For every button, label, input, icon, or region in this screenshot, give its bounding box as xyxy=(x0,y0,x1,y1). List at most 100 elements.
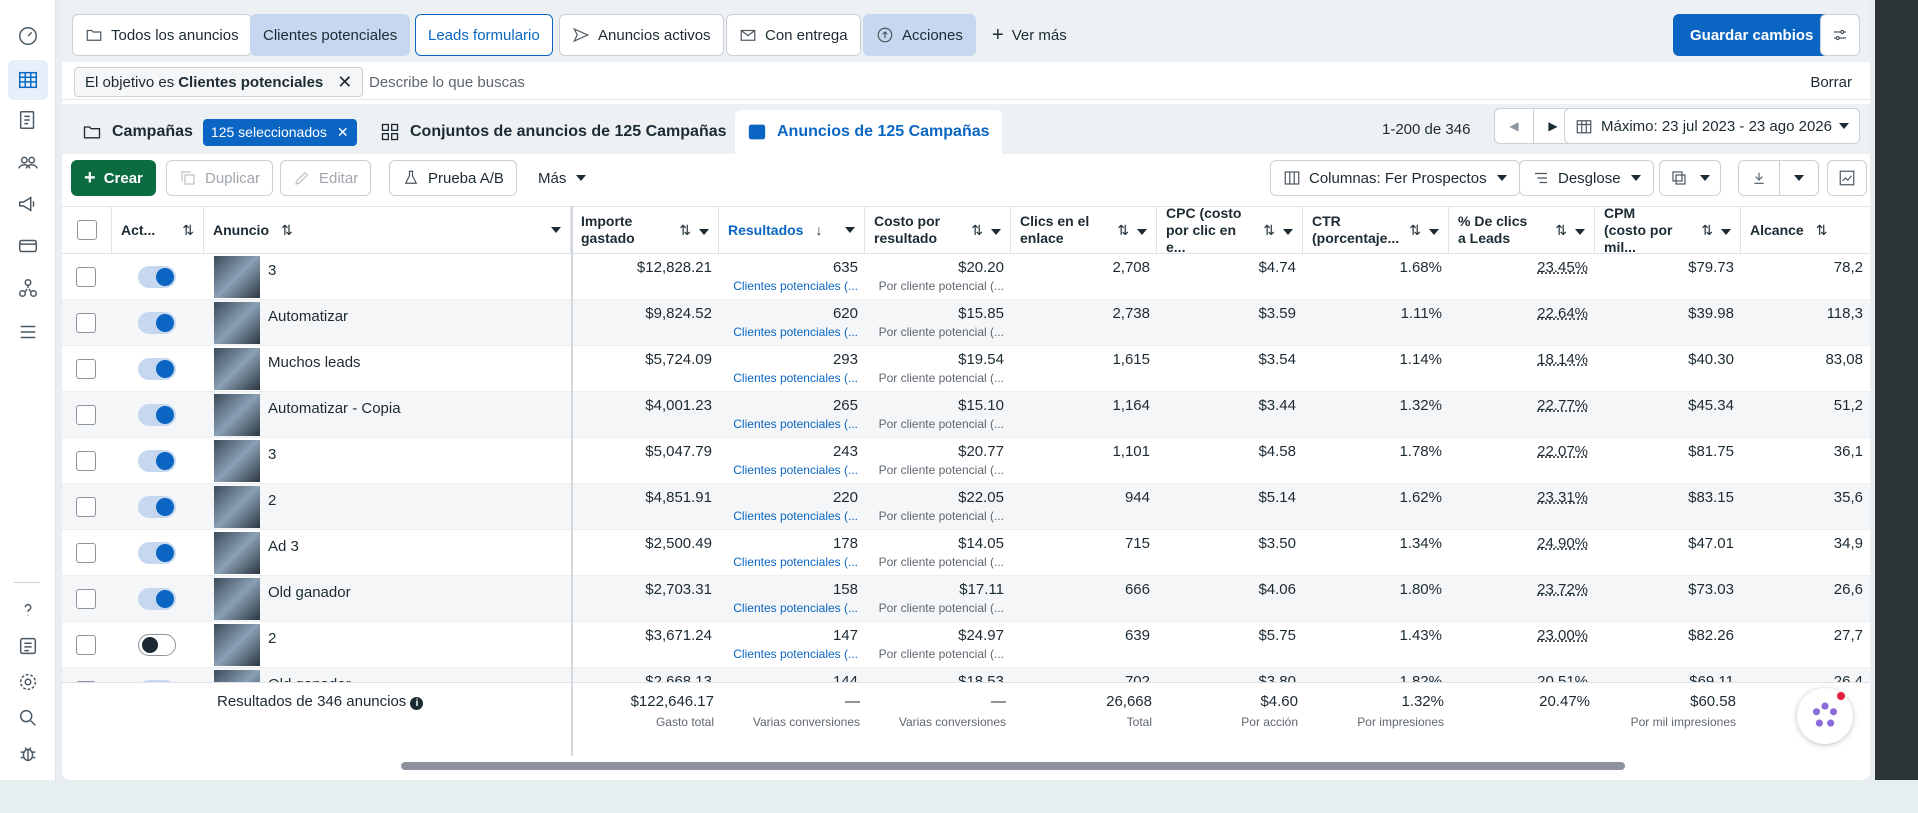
objective-filter-chip[interactable]: El objetivo es Clientes potenciales ✕ xyxy=(74,67,364,97)
row-checkbox[interactable] xyxy=(76,359,96,379)
clear-selection-icon[interactable]: ✕ xyxy=(337,124,349,141)
header-cpm[interactable]: CPM (costo por mil... ⇅ xyxy=(1595,206,1741,255)
ad-name[interactable]: Ad 3 xyxy=(268,538,299,555)
chevron-down-icon[interactable] xyxy=(845,227,855,233)
ad-name[interactable]: Muchos leads xyxy=(268,354,361,371)
delivery-toggle[interactable] xyxy=(138,542,176,564)
prev-page-button[interactable]: ◀ xyxy=(1494,108,1534,144)
ad-name[interactable]: Automatizar xyxy=(268,308,348,325)
ad-name[interactable]: 3 xyxy=(268,262,276,279)
header-pct-leads[interactable]: % De clics a Leads ⇅ xyxy=(1449,207,1595,253)
ad-thumbnail[interactable] xyxy=(214,440,260,482)
row-checkbox[interactable] xyxy=(76,451,96,471)
header-reach[interactable]: Alcance ⇅ xyxy=(1741,207,1870,253)
table-row[interactable]: Automatizar - Copia $4,001.23 265 Clientes … xyxy=(62,392,1870,438)
ad-name[interactable]: Automatizar - Copia xyxy=(268,400,401,417)
ab-test-label[interactable]: Prueba A/B xyxy=(428,170,504,187)
ad-name[interactable]: 2 xyxy=(268,630,276,647)
row-checkbox[interactable] xyxy=(76,543,96,563)
header-spent[interactable]: Importe gastado ⇅ xyxy=(572,207,719,253)
views-dropdown[interactable] xyxy=(1659,160,1721,196)
bug-report-icon[interactable] xyxy=(14,740,42,768)
more-button[interactable]: Más xyxy=(526,160,599,196)
header-ctr[interactable]: CTR (porcentaje... ⇅ xyxy=(1303,207,1449,253)
menu-icon[interactable] xyxy=(14,318,42,346)
tab-adsets[interactable]: Conjuntos de anuncios de 125 Campañas xyxy=(368,110,739,154)
ab-test-button[interactable]: Prueba A/B xyxy=(389,160,517,196)
duplicate-button[interactable]: Duplicar xyxy=(166,160,274,196)
filter-active-ads[interactable]: Anuncios activos xyxy=(559,14,724,56)
info-icon[interactable]: i xyxy=(410,697,424,710)
delivery-toggle[interactable] xyxy=(138,266,176,288)
row-checkbox[interactable] xyxy=(76,267,96,287)
filter-actions[interactable]: Acciones xyxy=(863,14,976,56)
tab-ads[interactable]: Anuncios de 125 Campañas xyxy=(735,110,1002,154)
table-row[interactable]: Automatizar $9,824.52 620 Clientes potencia… xyxy=(62,300,1870,346)
assistant-bubble[interactable] xyxy=(1797,688,1853,744)
table-row[interactable]: Ad 3 $2,500.49 178 Clientes potenciales (..… xyxy=(62,530,1870,576)
table-row[interactable]: Old ganador $2,703.31 158 Clientes potencia… xyxy=(62,576,1870,622)
settings-gear-icon[interactable] xyxy=(14,668,42,696)
megaphone-icon[interactable] xyxy=(14,190,42,218)
row-checkbox[interactable] xyxy=(76,497,96,517)
billing-card-icon[interactable] xyxy=(14,232,42,260)
business-network-icon[interactable] xyxy=(14,274,42,302)
header-results[interactable]: Resultados ↓ xyxy=(719,207,865,253)
audiences-icon[interactable] xyxy=(14,148,42,176)
table-row[interactable]: Muchos leads $5,724.09 293 Clientes potenci… xyxy=(62,346,1870,392)
ad-thumbnail[interactable] xyxy=(214,624,260,666)
export-button[interactable] xyxy=(1738,160,1780,196)
filter-potential-clients[interactable]: Clientes potenciales xyxy=(250,14,411,56)
filter-all-ads[interactable]: Todos los anuncios xyxy=(72,14,252,56)
delivery-toggle[interactable] xyxy=(138,312,176,334)
table-row[interactable]: 3 $12,828.21 635 Clientes potenciales (... $… xyxy=(62,254,1870,300)
sort-icon[interactable]: ⇅ xyxy=(176,222,194,239)
ad-thumbnail[interactable] xyxy=(214,670,260,682)
clear-button[interactable]: Borrar xyxy=(1810,74,1852,91)
delivery-toggle[interactable] xyxy=(138,588,176,610)
horizontal-scrollbar[interactable] xyxy=(401,762,1625,770)
ad-thumbnail[interactable] xyxy=(214,302,260,344)
search-icon[interactable] xyxy=(14,704,42,732)
filter-with-delivery[interactable]: Con entrega xyxy=(726,14,861,56)
tab-campaigns[interactable]: Campañas 125 seleccionados ✕ xyxy=(70,110,369,154)
table-row[interactable]: 3 $5,047.79 243 Clientes potenciales (... $2… xyxy=(62,438,1870,484)
delivery-toggle[interactable] xyxy=(138,496,176,518)
ad-name[interactable]: Old ganador xyxy=(268,584,351,601)
export-options-dropdown[interactable] xyxy=(1779,160,1819,196)
reports-icon[interactable] xyxy=(14,106,42,134)
header-cpc[interactable]: CPC (costo por clic en e... ⇅ xyxy=(1157,206,1303,255)
sort-icon[interactable]: ⇅ xyxy=(1111,222,1147,239)
search-input[interactable]: Describe lo que buscas xyxy=(369,74,525,91)
table-row[interactable]: 2 $3,671.24 147 Clientes potenciales (... $2… xyxy=(62,622,1870,668)
header-active[interactable]: Act... ⇅ xyxy=(112,207,204,253)
date-range-picker[interactable]: Máximo: 23 jul 2023 - 23 ago 2026 xyxy=(1564,108,1860,144)
header-cost-per-result[interactable]: Costo por resultado ⇅ xyxy=(865,207,1011,253)
sort-icon[interactable]: ⇅ xyxy=(1695,222,1731,239)
ad-thumbnail[interactable] xyxy=(214,532,260,574)
breakdown-dropdown[interactable]: Desglose xyxy=(1519,160,1654,196)
ad-thumbnail[interactable] xyxy=(214,486,260,528)
chevron-down-icon[interactable] xyxy=(551,227,561,233)
sort-icon[interactable]: ⇅ xyxy=(1257,222,1293,239)
sort-icon[interactable]: ⇅ xyxy=(673,222,709,239)
selected-badge[interactable]: 125 seleccionados ✕ xyxy=(202,118,357,146)
delivery-toggle[interactable] xyxy=(138,450,176,472)
delivery-toggle[interactable] xyxy=(138,404,176,426)
sort-icon[interactable]: ⇅ xyxy=(275,222,293,239)
row-checkbox[interactable] xyxy=(76,635,96,655)
ad-name[interactable]: 3 xyxy=(268,446,276,463)
header-link-clicks[interactable]: Clics en el enlace ⇅ xyxy=(1011,207,1157,253)
sort-icon[interactable]: ⇅ xyxy=(1549,222,1585,239)
ad-thumbnail[interactable] xyxy=(214,256,260,298)
columns-dropdown[interactable]: Columnas: Fer Prospectos xyxy=(1270,160,1520,196)
ad-name[interactable]: 2 xyxy=(268,492,276,509)
row-checkbox[interactable] xyxy=(76,405,96,425)
filter-lead-forms[interactable]: Leads formulario xyxy=(415,14,553,56)
sort-icon[interactable]: ⇅ xyxy=(1810,222,1828,239)
header-ad[interactable]: Anuncio ⇅ xyxy=(204,207,571,253)
table-row[interactable]: Old ganador$2,668.13144$18.53702$3.801.8… xyxy=(62,668,1870,682)
ad-thumbnail[interactable] xyxy=(214,578,260,620)
ad-thumbnail[interactable] xyxy=(214,348,260,390)
delivery-toggle[interactable] xyxy=(138,634,176,656)
